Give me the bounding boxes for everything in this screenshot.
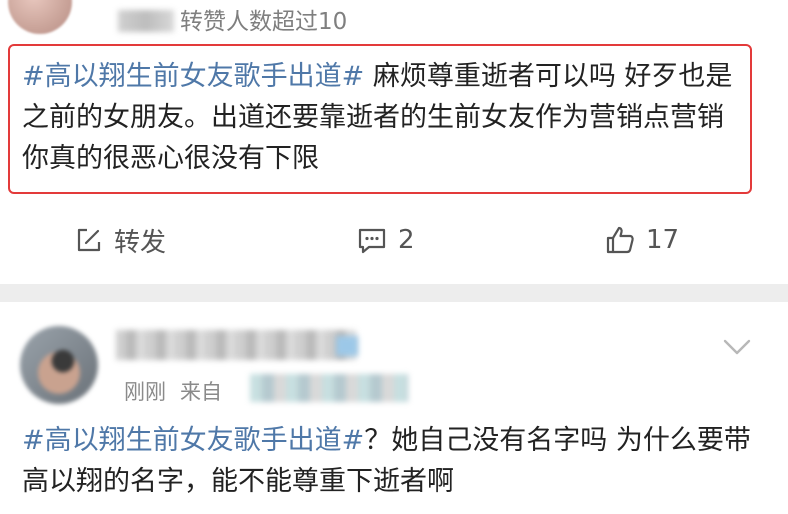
comment-card: 刚刚 来自 #高以翔生前女友歌手出道#？她自己没有名字吗 为什么要带高以翔的名字，… xyxy=(0,302,788,514)
comment-time: 刚刚 xyxy=(124,380,166,404)
post-body: #高以翔生前女友歌手出道# 麻烦尊重逝者可以吗 好歹也是之前的女朋友。出道还要靠… xyxy=(22,56,752,179)
source-prefix: 来自 xyxy=(180,380,222,404)
repost-label: 转发 xyxy=(114,227,167,258)
comment-button[interactable]: 2 xyxy=(356,222,415,258)
thumbs-up-icon xyxy=(606,226,634,254)
post-card: 转赞人数超过10 #高以翔生前女友歌手出道# 麻烦尊重逝者可以吗 好歹也是之前的… xyxy=(0,0,788,280)
comment-count: 2 xyxy=(398,225,415,255)
edit-square-icon xyxy=(77,228,101,252)
blurred-username[interactable] xyxy=(116,330,356,360)
avatar[interactable] xyxy=(20,326,98,404)
chevron-down-icon[interactable] xyxy=(722,336,752,358)
blurred-badge xyxy=(336,336,358,356)
avatar[interactable] xyxy=(8,0,72,34)
blurred-username[interactable] xyxy=(118,10,174,32)
like-button[interactable]: 17 xyxy=(604,222,679,258)
hashtag-link[interactable]: #高以翔生前女友歌手出道# xyxy=(22,425,364,456)
hashtag-link[interactable]: #高以翔生前女友歌手出道# xyxy=(22,61,364,92)
repost-like-note: 转赞人数超过10 xyxy=(180,9,348,35)
comment-bubble-icon xyxy=(358,228,386,254)
like-count: 17 xyxy=(646,225,680,255)
section-divider xyxy=(0,284,788,304)
comment-meta: 刚刚 来自 xyxy=(124,376,236,406)
blurred-source xyxy=(250,374,408,402)
comment-body: #高以翔生前女友歌手出道#？她自己没有名字吗 为什么要带高以翔的名字，能不能尊重… xyxy=(22,420,752,502)
action-bar: 转发 2 17 xyxy=(0,218,788,262)
repost-button[interactable]: 转发 xyxy=(74,222,166,258)
